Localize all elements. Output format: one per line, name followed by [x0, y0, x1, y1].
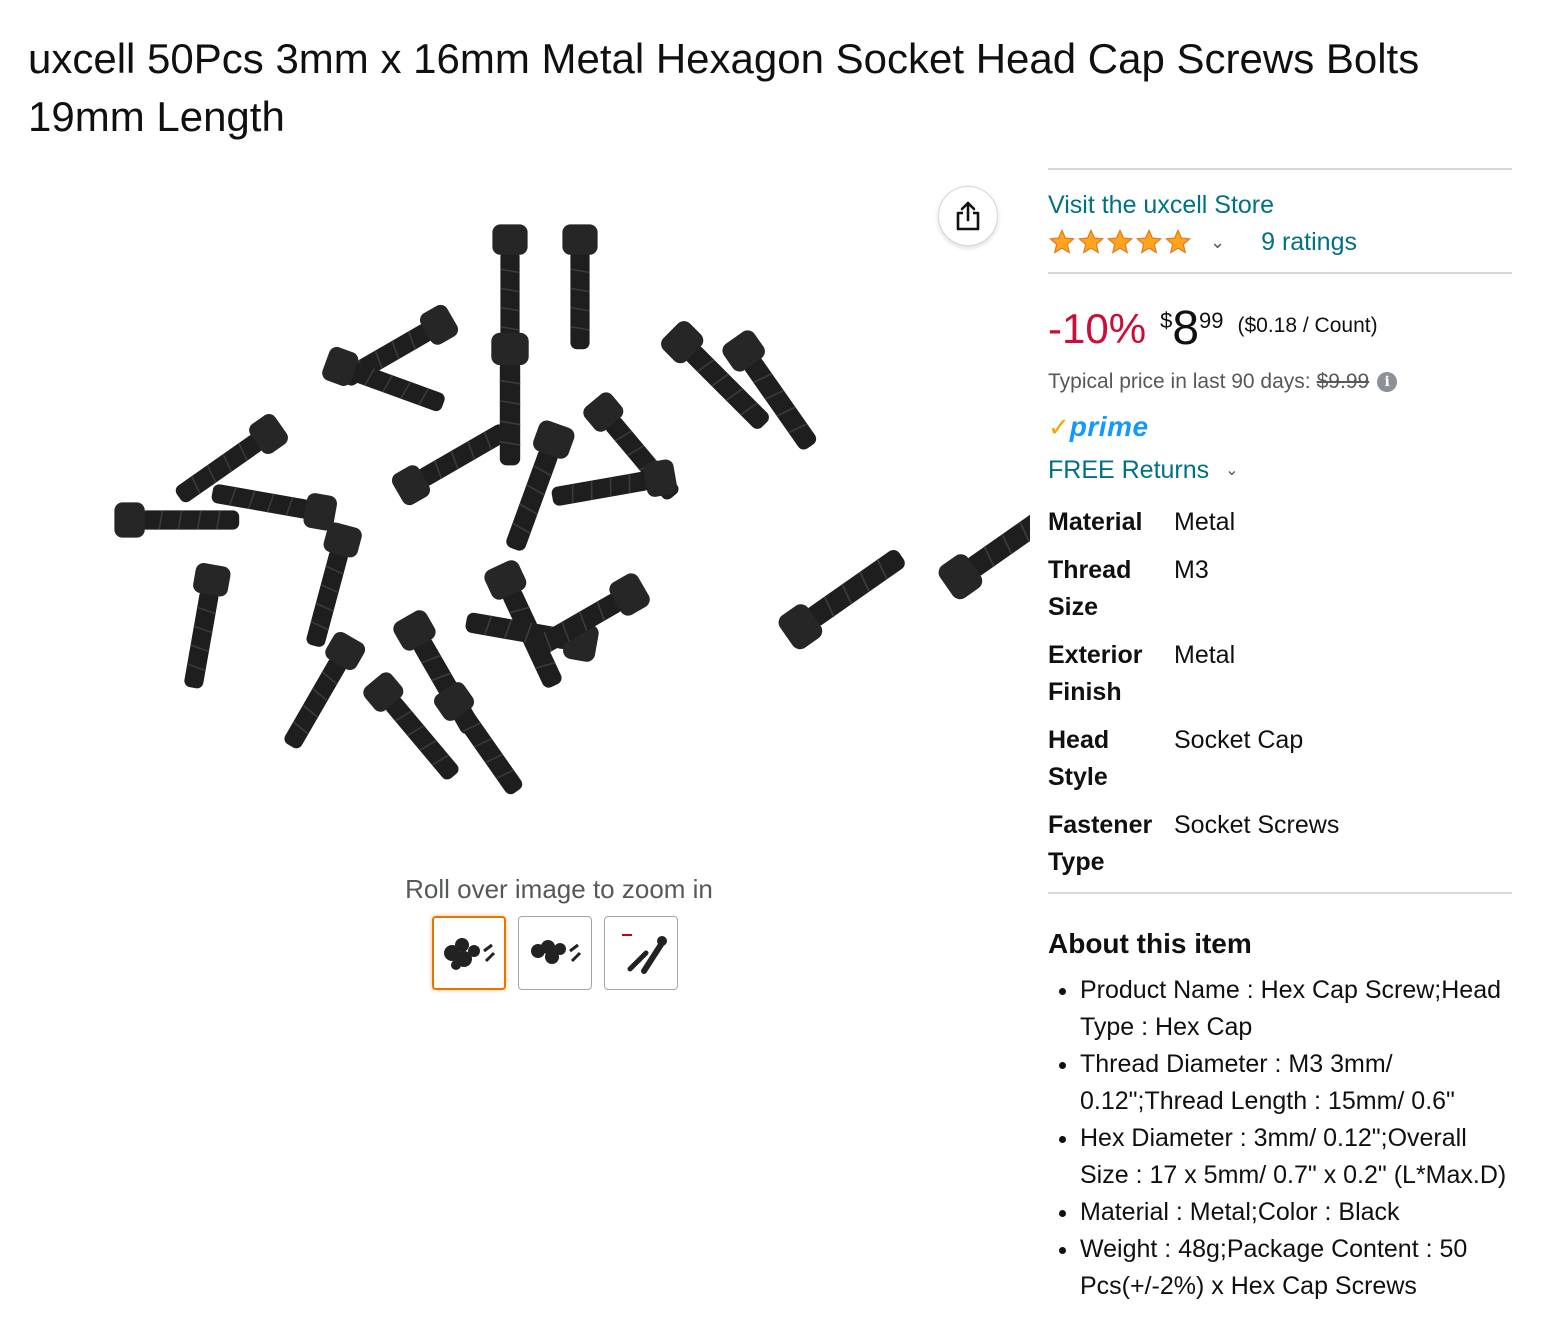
- spec-key: Head Style: [1048, 726, 1110, 791]
- prime-label: prime: [1069, 411, 1149, 442]
- chevron-down-icon: ⌄: [1225, 462, 1239, 479]
- free-returns-label: FREE Returns: [1048, 455, 1210, 484]
- star-rating[interactable]: [1048, 228, 1192, 256]
- thumbnail-image: [622, 934, 667, 974]
- spec-value: Metal: [1174, 508, 1236, 536]
- about-title: About this item: [1048, 928, 1252, 959]
- specs-table: Material Metal Thread Size M3 Exterior F…: [1048, 504, 1512, 892]
- spec-key: Exterior Finish: [1048, 641, 1143, 706]
- thumbnail-3[interactable]: [604, 916, 678, 990]
- thumbnail-strip: [432, 916, 678, 990]
- ratings-link[interactable]: 9 ratings: [1261, 228, 1357, 257]
- unit-price: ($0.18 / Count): [1237, 314, 1378, 337]
- divider: [1048, 272, 1512, 274]
- price-symbol: $: [1160, 308, 1173, 333]
- about-bullet: Weight : 48g;Package Content : 50 Pcs(+/…: [1080, 1231, 1512, 1305]
- thumbnail-1[interactable]: [432, 916, 506, 990]
- info-icon[interactable]: i: [1377, 372, 1398, 392]
- discount-percent: -10%: [1048, 305, 1147, 352]
- product-title: uxcell 50Pcs 3mm x 16mm Metal Hexagon So…: [28, 35, 1420, 140]
- star-icon: [1077, 228, 1105, 254]
- thumbnail-image: [531, 940, 582, 964]
- product-main-image[interactable]: [90, 220, 1030, 820]
- spec-row: Exterior Finish Metal: [1048, 637, 1512, 722]
- zoom-hint: Roll over image to zoom in: [405, 874, 713, 904]
- spec-row: Fastener Type Socket Screws: [1048, 807, 1512, 892]
- spec-row: Material Metal: [1048, 504, 1512, 552]
- chevron-down-icon[interactable]: ⌄: [1210, 232, 1225, 253]
- spec-value: Socket Screws: [1174, 811, 1340, 839]
- typical-price: Typical price in last 90 days: $9.99 i: [1048, 366, 1512, 398]
- price-whole: 8: [1172, 302, 1200, 355]
- typical-price-value: $9.99: [1316, 370, 1370, 393]
- typical-price-label: Typical price in last 90 days:: [1048, 370, 1311, 393]
- spec-key: Material: [1048, 508, 1143, 536]
- star-icon: [1048, 228, 1076, 254]
- star-icon: [1164, 228, 1192, 254]
- prime-check-icon: ✓: [1048, 411, 1070, 442]
- rating-row: ⌄ 9 ratings: [1048, 222, 1512, 262]
- price-row: -10% $ 8 99 ($0.18 / Count): [1048, 304, 1512, 360]
- free-returns-link[interactable]: FREE Returns ⌄: [1048, 450, 1512, 490]
- visit-store-link[interactable]: Visit the uxcell Store: [1048, 188, 1512, 222]
- divider: [1048, 892, 1512, 894]
- price: $ 8 99: [1160, 304, 1223, 354]
- spec-value: M3: [1174, 556, 1209, 584]
- about-bullet: Thread Diameter : M3 3mm/ 0.12";Thread L…: [1080, 1046, 1512, 1120]
- spec-row: Thread Size M3: [1048, 552, 1512, 637]
- divider: [1048, 168, 1512, 170]
- thumbnail-image: [444, 938, 496, 970]
- about-bullet: Product Name : Hex Cap Screw;Head Type :…: [1080, 972, 1512, 1046]
- price-fraction: 99: [1199, 308, 1224, 333]
- star-icon: [1135, 228, 1163, 254]
- about-bullet: Material : Metal;Color : Black: [1080, 1194, 1512, 1231]
- star-icon: [1106, 228, 1134, 254]
- prime-badge: ✓ prime: [1048, 410, 1512, 444]
- about-bullet: Hex Diameter : 3mm/ 0.12";Overall Size :…: [1080, 1120, 1512, 1194]
- spec-key: Fastener Type: [1048, 811, 1153, 876]
- spec-row: Head Style Socket Cap: [1048, 722, 1512, 807]
- spec-key: Thread Size: [1048, 556, 1132, 621]
- spec-value: Metal: [1174, 641, 1236, 669]
- about-bullets: Product Name : Hex Cap Screw;Head Type :…: [1048, 972, 1512, 1305]
- thumbnail-2[interactable]: [518, 916, 592, 990]
- buy-box-details: Visit the uxcell Store ⌄ 9 ratings -10% …: [1048, 168, 1512, 1305]
- spec-value: Socket Cap: [1174, 726, 1304, 754]
